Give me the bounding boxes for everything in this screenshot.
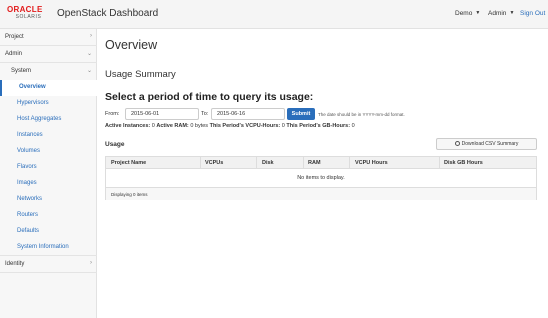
caret-down-icon: ▼ [509, 10, 515, 16]
logo-brand-text: ORACLE [7, 5, 43, 14]
sidebar-item-label: System [11, 68, 32, 74]
project-dropdown-label: Demo [455, 10, 473, 17]
sidebar-item-defaults[interactable]: Defaults [0, 224, 97, 240]
usage-stats: Active Instances: 0 Active RAM: 0 bytes … [105, 123, 355, 129]
sidebar-item-project[interactable]: Project › [0, 30, 97, 46]
user-dropdown-label: Admin [488, 10, 507, 17]
period-heading: Select a period of time to query its usa… [105, 91, 314, 103]
column-divider [303, 157, 304, 169]
chevron-right-icon: › [90, 260, 92, 266]
sidebar-item-volumes[interactable]: Volumes [0, 144, 97, 160]
sidebar-item-hypervisors[interactable]: Hypervisors [0, 96, 97, 112]
from-date-input[interactable]: 2015-06-01 [125, 108, 199, 120]
column-divider [349, 157, 350, 169]
sidebar-item-label: Project [5, 34, 24, 40]
section-title: Usage Summary [105, 69, 176, 80]
to-date-input[interactable]: 2015-06-16 [211, 108, 285, 120]
column-header-disk[interactable]: Disk [262, 160, 274, 166]
sidebar-item-label: Overview [19, 84, 46, 90]
empty-table-message: No items to display. [297, 175, 345, 181]
sidebar-item-host-aggregates[interactable]: Host Aggregates [0, 112, 97, 128]
gb-hours-value: 0 [351, 123, 355, 129]
sidebar-item-system-information[interactable]: System Information [0, 240, 97, 256]
active-instances-value: 0 [151, 123, 155, 129]
sidebar-item-identity[interactable]: Identity › [0, 257, 97, 273]
sidebar-item-overview[interactable]: Overview [0, 80, 97, 96]
sidebar-item-label: Volumes [17, 148, 41, 154]
sidebar-item-instances[interactable]: Instances [0, 128, 97, 144]
chevron-down-icon: ⌄ [86, 51, 92, 57]
items-count: Displaying 0 items [111, 192, 148, 197]
chevron-right-icon: › [90, 33, 92, 39]
caret-down-icon: ▼ [475, 10, 481, 16]
download-csv-button[interactable]: Download CSV Summary [436, 138, 537, 150]
sidebar-item-flavors[interactable]: Flavors [0, 160, 97, 176]
main-content: Overview Usage Summary Select a period o… [97, 29, 548, 318]
vcpu-hours-label: This Period's VCPU-Hours: [209, 123, 281, 129]
sidebar-item-label: Networks [17, 196, 43, 202]
oracle-solaris-logo[interactable]: ORACLE SOLARIS [7, 5, 50, 25]
column-header-project-name[interactable]: Project Name [111, 160, 146, 166]
submit-button[interactable]: Submit [287, 108, 315, 120]
column-divider [200, 157, 201, 169]
gb-hours-label: This Period's GB-Hours: [286, 123, 351, 129]
column-divider [439, 157, 440, 169]
sidebar-item-networks[interactable]: Networks [0, 192, 97, 208]
app-title: OpenStack Dashboard [57, 8, 159, 19]
active-instances-label: Active Instances: [105, 123, 151, 129]
project-dropdown[interactable]: Demo ▼ [455, 10, 480, 17]
table-header: Project Name VCPUs Disk RAM VCPU Hours D… [106, 157, 536, 169]
column-header-vcpus[interactable]: VCPUs [205, 160, 223, 166]
logo-sub-text: SOLARIS [15, 14, 42, 20]
page-title: Overview [105, 38, 158, 52]
sidebar-item-label: Instances [17, 132, 43, 138]
from-label: From: [105, 111, 120, 117]
active-ram-label: Active RAM: [156, 123, 189, 129]
to-label: To: [201, 111, 209, 117]
usage-label: Usage [105, 141, 125, 148]
download-icon [454, 141, 460, 146]
sign-out-link[interactable]: Sign Out [520, 10, 545, 17]
active-ram-value: 0 bytes [190, 123, 209, 129]
sidebar-item-label: Admin [5, 51, 23, 57]
top-navbar: ORACLE SOLARIS OpenStack Dashboard Demo ▼… [0, 0, 548, 29]
sidebar-item-images[interactable]: Images [0, 176, 97, 192]
vcpu-hours-value: 0 [281, 123, 285, 129]
chevron-down-icon: ⌄ [86, 68, 92, 74]
sidebar-item-label: System Information [17, 244, 69, 250]
sidebar-item-label: Flavors [17, 164, 37, 170]
usage-table: Project Name VCPUs Disk RAM VCPU Hours D… [105, 156, 537, 200]
sidebar-item-label: Routers [17, 212, 39, 218]
date-format-hint: The date should be in YYYY-mm-dd format. [318, 111, 405, 117]
sidebar-item-label: Host Aggregates [17, 116, 62, 122]
sidebar-item-label: Images [17, 180, 37, 186]
sidebar-item-label: Identity [5, 261, 25, 267]
sidebar-item-system[interactable]: System ⌄ [0, 64, 97, 80]
table-footer: Displaying 0 items [106, 187, 536, 200]
user-dropdown[interactable]: Admin ▼ [488, 10, 514, 17]
sidebar-item-label: Defaults [17, 228, 40, 234]
sidebar-item-admin[interactable]: Admin ⌄ [0, 47, 97, 63]
date-range-form: From: 2015-06-01 To: 2015-06-16 Submit T… [105, 108, 545, 120]
column-divider [256, 157, 257, 169]
column-header-vcpu-hours[interactable]: VCPU Hours [355, 160, 388, 166]
sidebar: Project › Admin ⌄ System ⌄ Overview Hype… [0, 29, 97, 318]
sidebar-item-routers[interactable]: Routers [0, 208, 97, 224]
sidebar-item-label: Hypervisors [17, 100, 49, 106]
download-csv-label: Download CSV Summary [461, 141, 519, 147]
column-header-ram[interactable]: RAM [308, 160, 321, 166]
column-header-disk-gb-hours[interactable]: Disk GB Hours [444, 160, 483, 166]
